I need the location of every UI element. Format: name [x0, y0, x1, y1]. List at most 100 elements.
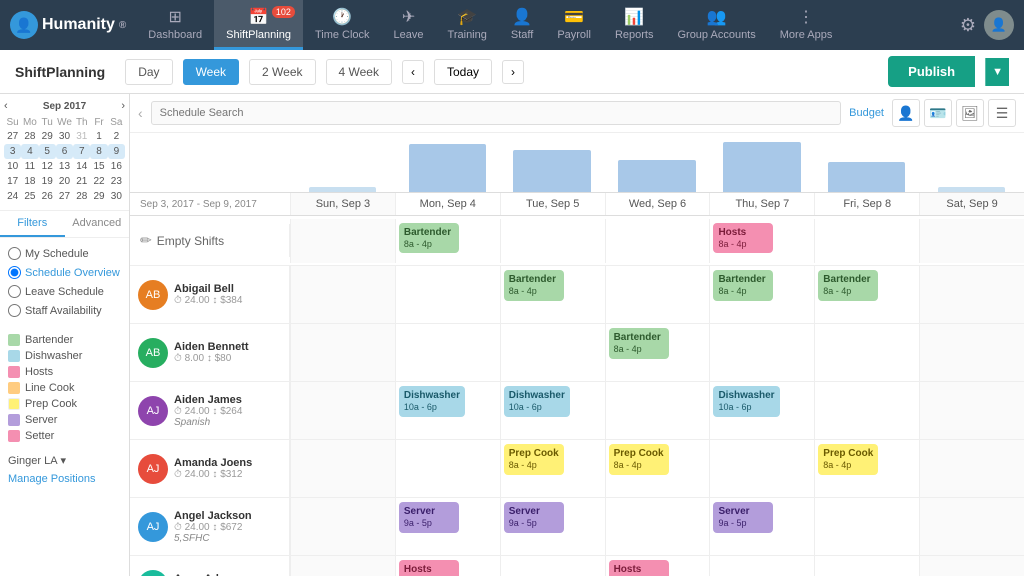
prev-button[interactable]: ‹: [402, 60, 424, 84]
radio-leave-schedule[interactable]: Leave Schedule: [8, 282, 121, 301]
row-info-abigail: Abigail Bell ⏱ 24.00 ↕ $384: [174, 283, 281, 306]
shift-angeljackson-mon[interactable]: Server 9a - 5p: [399, 502, 459, 533]
mini-cal-28[interactable]: 28: [21, 129, 38, 144]
mini-cal-6[interactable]: 6: [56, 144, 73, 159]
nav-item-training[interactable]: 🎓 Training: [436, 0, 499, 50]
mini-cal-14[interactable]: 14: [73, 159, 90, 174]
mini-cal-10[interactable]: 10: [4, 159, 21, 174]
today-button[interactable]: Today: [434, 59, 492, 85]
nav-item-timeclock[interactable]: 🕐 Time Clock: [303, 0, 382, 50]
nav-item-staff[interactable]: 👤 Staff: [499, 0, 545, 50]
mini-cal-29[interactable]: 29: [39, 129, 56, 144]
mini-cal-11[interactable]: 11: [21, 159, 38, 174]
mini-cal-20[interactable]: 20: [56, 174, 73, 189]
nav-item-moreapps[interactable]: ⋮ More Apps: [768, 0, 845, 50]
group-label[interactable]: Ginger LA ▾: [8, 454, 121, 467]
tab-advanced[interactable]: Advanced: [65, 211, 130, 237]
mini-cal-4[interactable]: 4: [21, 144, 38, 159]
shift-amandajoens-fri[interactable]: Prep Cook 8a - 4p: [818, 444, 878, 475]
mini-cal-12[interactable]: 12: [39, 159, 56, 174]
mini-cal-3[interactable]: 3: [4, 144, 21, 159]
radio-staff-availability[interactable]: Staff Availability: [8, 301, 121, 320]
mini-cal-19[interactable]: 19: [39, 174, 56, 189]
photo-view-button[interactable]: 🖼: [956, 99, 984, 127]
cell-annaadams-tue: [500, 556, 605, 576]
shift-annaadams-wed[interactable]: Hosts 8a - 4p: [609, 560, 669, 576]
shift-annaadams-mon[interactable]: Hosts 8a - 4p: [399, 560, 459, 576]
mini-cal-8[interactable]: 8: [90, 144, 107, 159]
brand-logo[interactable]: 👤 Humanity ®: [10, 11, 126, 39]
mini-cal-23[interactable]: 23: [108, 174, 125, 189]
nav-item-shiftplanning[interactable]: 📅 102 ShiftPlanning: [214, 0, 303, 50]
tab-filters[interactable]: Filters: [0, 211, 65, 237]
empty-shift-hosts-thu[interactable]: Hosts 8a - 4p: [713, 223, 773, 254]
publish-dropdown-button[interactable]: ▼: [985, 58, 1009, 86]
radio-schedule-overview[interactable]: Schedule Overview: [8, 263, 121, 282]
shift-abigail-thu[interactable]: Bartender 8a - 4p: [713, 270, 773, 301]
shift-aidenjames-thu[interactable]: Dishwasher 10a - 6p: [713, 386, 779, 417]
sidebar-collapse-icon[interactable]: ‹: [138, 105, 143, 121]
mini-cal-25[interactable]: 25: [21, 189, 38, 204]
shift-amandajoens-wed[interactable]: Prep Cook 8a - 4p: [609, 444, 669, 475]
dashboard-icon: ⊞: [168, 7, 181, 27]
shift-abigail-fri[interactable]: Bartender 8a - 4p: [818, 270, 878, 301]
view-week-button[interactable]: Week: [183, 59, 239, 85]
mini-cal-28b[interactable]: 28: [73, 189, 90, 204]
shift-angeljackson-thu[interactable]: Server 9a - 5p: [713, 502, 773, 533]
mini-cal-30[interactable]: 30: [56, 129, 73, 144]
nav-item-leave[interactable]: ✈ Leave: [382, 0, 436, 50]
mini-cal-prev[interactable]: ‹: [4, 100, 8, 112]
cell-amandajoens-fri: Prep Cook 8a - 4p: [814, 440, 919, 497]
shift-aidenbennett-wed[interactable]: Bartender 8a - 4p: [609, 328, 669, 359]
empty-cell-mon: Bartender 8a - 4p: [395, 219, 500, 263]
budget-link[interactable]: Budget: [849, 107, 884, 119]
view-4week-button[interactable]: 4 Week: [326, 59, 392, 85]
mini-cal-1[interactable]: 1: [90, 129, 107, 144]
mini-cal-18[interactable]: 18: [21, 174, 38, 189]
settings-icon[interactable]: ⚙: [960, 15, 976, 36]
people-view-button[interactable]: 👤: [892, 99, 920, 127]
shift-angeljackson-tue[interactable]: Server 9a - 5p: [504, 502, 564, 533]
row-label-amandajoens: AJ Amanda Joens ⏱ 24.00 ↕ $312: [130, 440, 290, 497]
mini-cal-next[interactable]: ›: [121, 100, 125, 112]
cell-annaadams-thu: [709, 556, 814, 576]
nav-item-reports[interactable]: 📊 Reports: [603, 0, 666, 50]
empty-shift-bartender-mon[interactable]: Bartender 8a - 4p: [399, 223, 459, 254]
mini-cal-15[interactable]: 15: [90, 159, 107, 174]
mini-cal-21[interactable]: 21: [73, 174, 90, 189]
legend-prepcook: Prep Cook: [8, 396, 121, 412]
list-view-button[interactable]: ☰: [988, 99, 1016, 127]
nav-item-groupaccounts[interactable]: 👥 Group Accounts: [665, 0, 767, 50]
nav-item-dashboard[interactable]: ⊞ Dashboard: [136, 0, 214, 50]
mini-cal-16[interactable]: 16: [108, 159, 125, 174]
mini-cal-9[interactable]: 9: [108, 144, 125, 159]
radio-my-schedule[interactable]: My Schedule: [8, 244, 121, 263]
shift-aidenjames-tue[interactable]: Dishwasher 10a - 6p: [504, 386, 570, 417]
mini-cal-5[interactable]: 5: [39, 144, 56, 159]
publish-button[interactable]: Publish: [888, 56, 975, 87]
mini-cal-26[interactable]: 26: [39, 189, 56, 204]
manage-positions-link[interactable]: Manage Positions: [0, 469, 129, 489]
mini-cal-30b[interactable]: 30: [108, 189, 125, 204]
mini-cal-29b[interactable]: 29: [90, 189, 107, 204]
card-view-button[interactable]: 🪪: [924, 99, 952, 127]
shift-amandajoens-tue[interactable]: Prep Cook 8a - 4p: [504, 444, 564, 475]
mini-cal-2[interactable]: 2: [108, 129, 125, 144]
mini-cal-13[interactable]: 13: [56, 159, 73, 174]
next-button[interactable]: ›: [502, 60, 524, 84]
mini-cal-17[interactable]: 17: [4, 174, 21, 189]
shift-abigail-tue[interactable]: Bartender 8a - 4p: [504, 270, 564, 301]
day-header-mo: Mo: [21, 116, 38, 129]
shift-aidenjames-mon[interactable]: Dishwasher 10a - 6p: [399, 386, 465, 417]
nav-item-payroll[interactable]: 💳 Payroll: [545, 0, 603, 50]
mini-cal-27[interactable]: 27: [4, 129, 21, 144]
user-avatar[interactable]: 👤: [984, 10, 1014, 40]
schedule-search-input[interactable]: [151, 101, 841, 125]
mini-cal-31[interactable]: 31: [73, 129, 90, 144]
mini-cal-24[interactable]: 24: [4, 189, 21, 204]
view-day-button[interactable]: Day: [125, 59, 172, 85]
view-2week-button[interactable]: 2 Week: [249, 59, 315, 85]
mini-cal-27b[interactable]: 27: [56, 189, 73, 204]
mini-cal-22[interactable]: 22: [90, 174, 107, 189]
mini-cal-7[interactable]: 7: [73, 144, 90, 159]
